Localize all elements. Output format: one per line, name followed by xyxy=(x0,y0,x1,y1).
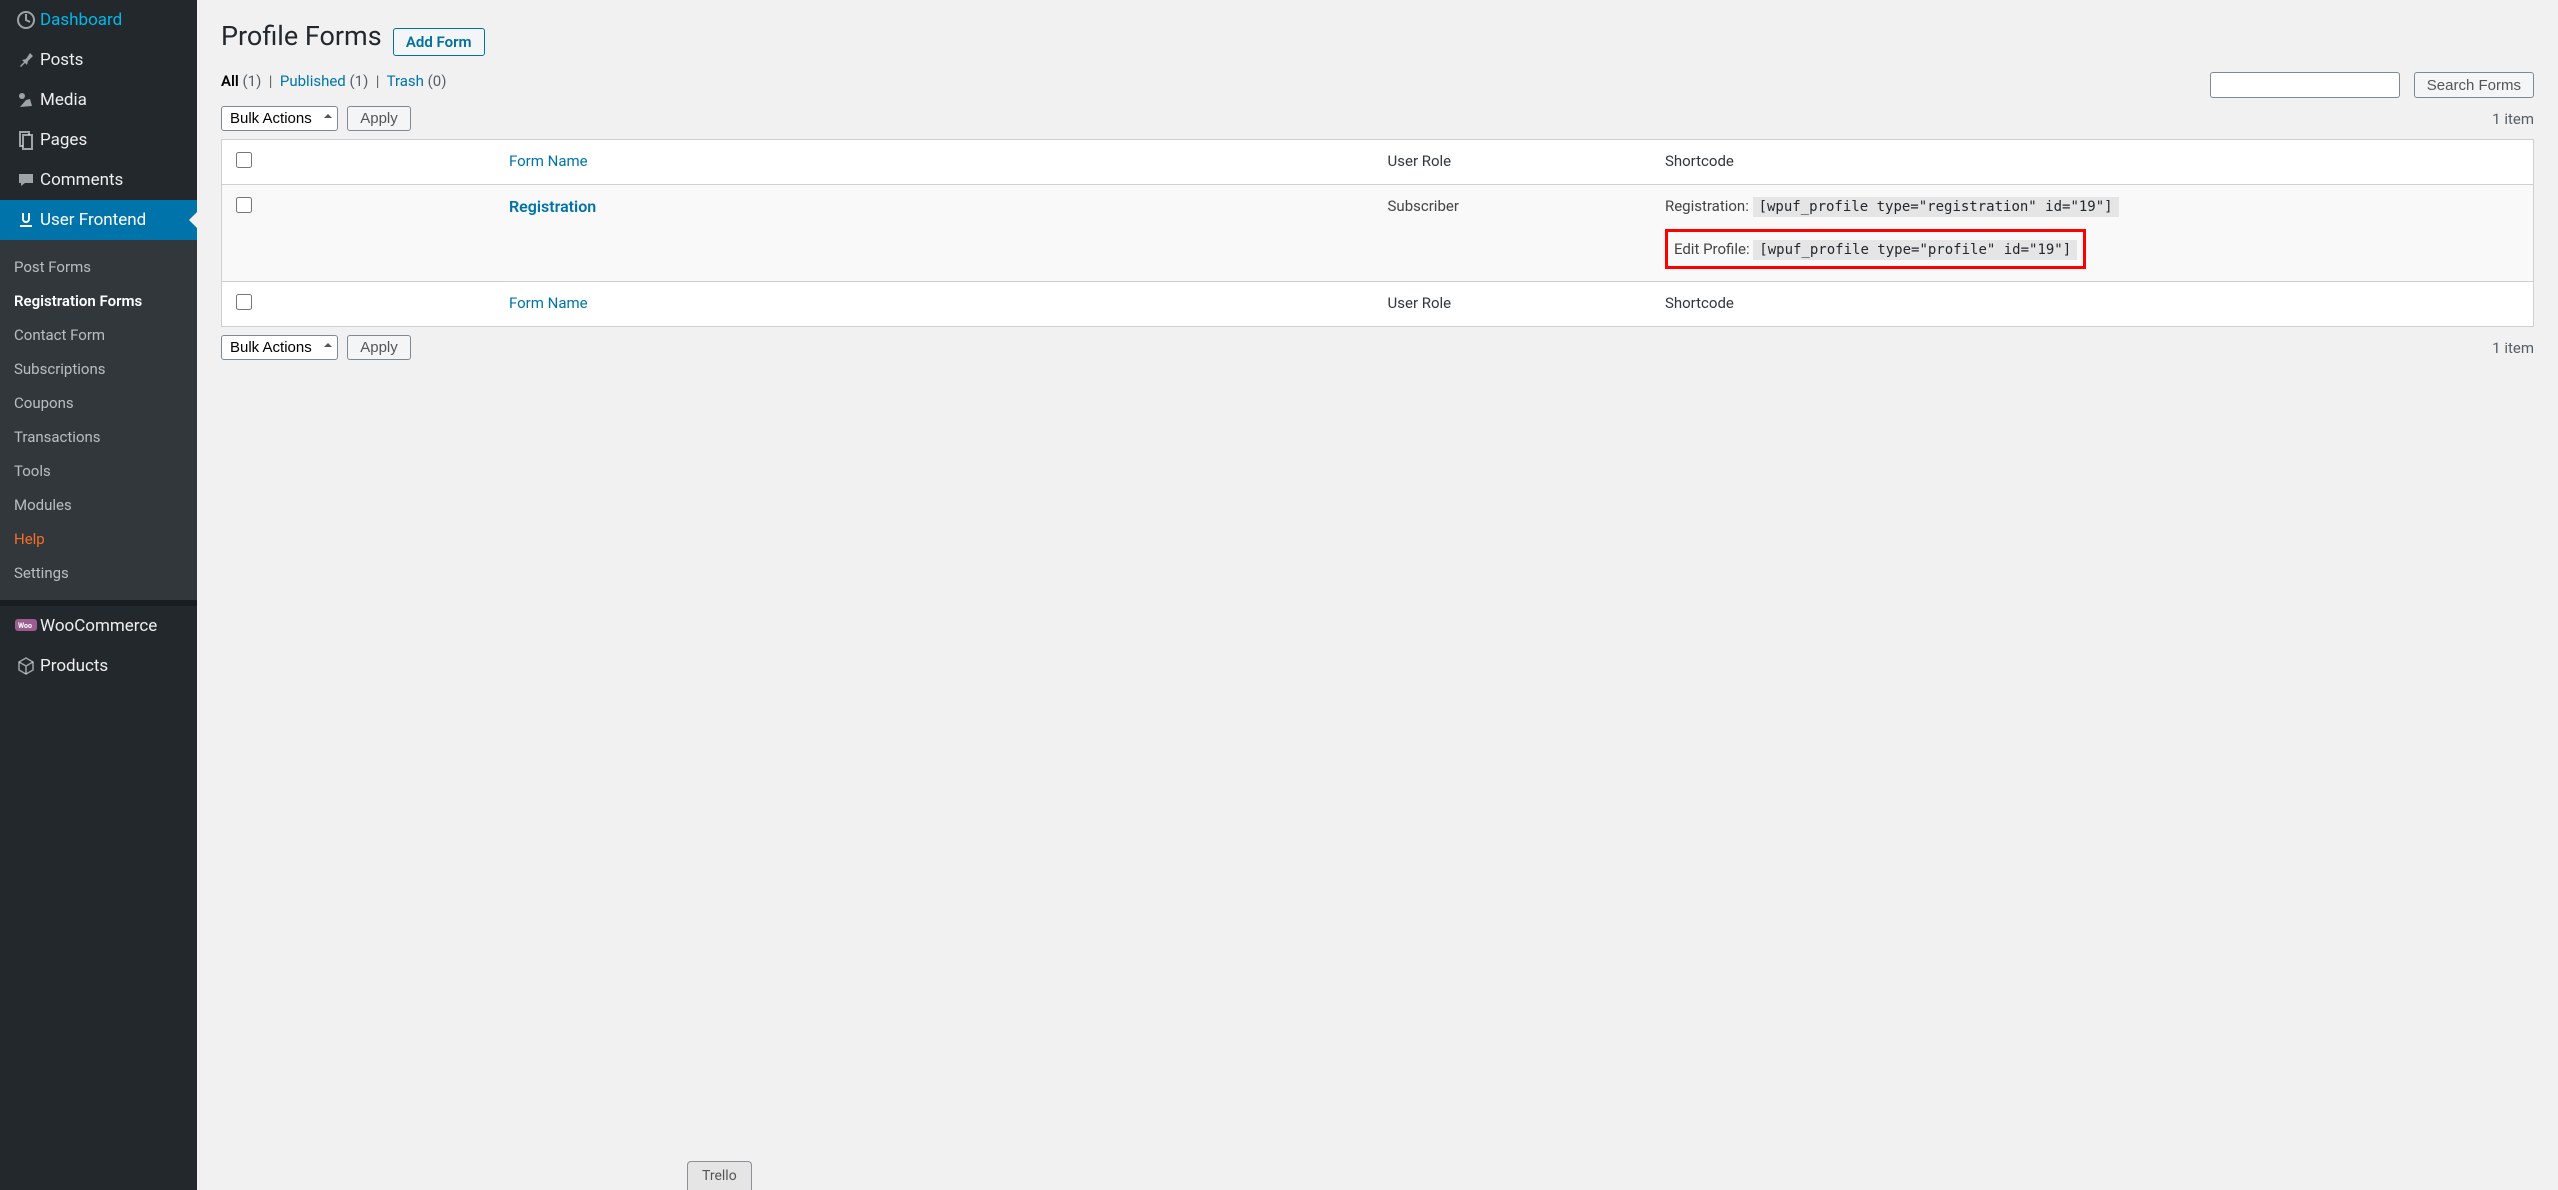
col-user-role-foot: User Role xyxy=(1378,282,1655,327)
sidebar-item-woocommerce[interactable]: Woo WooCommerce xyxy=(0,606,197,646)
sidebar-item-label: Comments xyxy=(40,170,123,190)
page-title: Profile Forms xyxy=(221,12,382,60)
sidebar-item-label: WooCommerce xyxy=(40,616,157,636)
registration-shortcode-line: Registration: [wpuf_profile type="regist… xyxy=(1665,197,2523,215)
sidebar-item-label: Media xyxy=(40,90,87,110)
admin-sidebar: Dashboard Posts Media Pages Comments xyxy=(0,0,197,1190)
search-button[interactable]: Search Forms xyxy=(2414,72,2534,98)
registration-shortcode[interactable]: [wpuf_profile type="registration" id="19… xyxy=(1753,197,2119,217)
sidebar-item-user-frontend[interactable]: User Frontend xyxy=(0,200,197,240)
submenu-settings[interactable]: Settings xyxy=(0,556,197,590)
filter-trash-count: (0) xyxy=(428,72,447,90)
col-form-name-foot[interactable]: Form Name xyxy=(509,294,588,312)
filter-trash[interactable]: Trash xyxy=(387,72,424,90)
search-box: Search Forms xyxy=(2210,72,2534,98)
user-frontend-icon xyxy=(12,210,40,230)
item-count-top: 1 item xyxy=(2492,110,2534,128)
sidebar-item-pages[interactable]: Pages xyxy=(0,120,197,160)
filter-all[interactable]: All xyxy=(221,72,239,90)
submenu-tools[interactable]: Tools xyxy=(0,454,197,488)
products-icon xyxy=(12,656,40,676)
item-count-bottom: 1 item xyxy=(2492,339,2534,357)
submenu-registration-forms[interactable]: Registration Forms xyxy=(0,284,197,318)
edit-profile-shortcode[interactable]: [wpuf_profile type="profile" id="19"] xyxy=(1753,240,2077,260)
add-form-button[interactable]: Add Form xyxy=(393,28,485,56)
filter-published-count: (1) xyxy=(350,72,369,90)
sidebar-item-label: Posts xyxy=(40,50,83,70)
filter-published[interactable]: Published xyxy=(280,72,346,90)
submenu-help[interactable]: Help xyxy=(0,522,197,556)
highlight-annotation: Edit Profile: [wpuf_profile type="profil… xyxy=(1665,229,2086,269)
sidebar-item-media[interactable]: Media xyxy=(0,80,197,120)
bulk-actions-select-top[interactable]: Bulk Actions xyxy=(221,106,338,131)
submenu-user-frontend: Post Forms Registration Forms Contact Fo… xyxy=(0,240,197,600)
comment-icon xyxy=(12,170,40,190)
edit-profile-shortcode-label: Edit Profile: xyxy=(1674,240,1753,258)
sidebar-item-label: Dashboard xyxy=(40,10,122,30)
sidebar-item-comments[interactable]: Comments xyxy=(0,160,197,200)
pages-icon xyxy=(12,130,40,150)
sidebar-item-dashboard[interactable]: Dashboard xyxy=(0,0,197,40)
edit-profile-shortcode-line: Edit Profile: [wpuf_profile type="profil… xyxy=(1674,240,2077,258)
col-shortcode: Shortcode xyxy=(1655,140,2534,185)
main-content: Profile Forms Add Form All (1) | Publish… xyxy=(197,0,2558,1190)
select-all-top[interactable] xyxy=(236,152,252,168)
col-form-name[interactable]: Form Name xyxy=(509,152,588,170)
submenu-subscriptions[interactable]: Subscriptions xyxy=(0,352,197,386)
media-icon xyxy=(12,90,40,110)
registration-shortcode-label: Registration: xyxy=(1665,197,1753,215)
form-title-link[interactable]: Registration xyxy=(509,197,596,216)
table-row: Registration Subscriber Registration: [w… xyxy=(222,185,2534,282)
forms-table: Form Name User Role Shortcode Registrati… xyxy=(221,139,2534,327)
submenu-coupons[interactable]: Coupons xyxy=(0,386,197,420)
sidebar-item-products[interactable]: Products xyxy=(0,646,197,686)
trello-tab[interactable]: Trello xyxy=(687,1161,752,1190)
search-input[interactable] xyxy=(2210,72,2400,98)
submenu-modules[interactable]: Modules xyxy=(0,488,197,522)
submenu-transactions[interactable]: Transactions xyxy=(0,420,197,454)
filter-all-count: (1) xyxy=(243,72,262,90)
row-user-role: Subscriber xyxy=(1378,185,1655,282)
row-checkbox[interactable] xyxy=(236,197,252,213)
col-shortcode-foot: Shortcode xyxy=(1655,282,2534,327)
svg-text:Woo: Woo xyxy=(18,622,32,630)
sidebar-item-label: Pages xyxy=(40,130,87,150)
sidebar-item-label: User Frontend xyxy=(40,210,146,230)
col-user-role: User Role xyxy=(1378,140,1655,185)
apply-button-top[interactable]: Apply xyxy=(347,106,411,131)
select-all-bottom[interactable] xyxy=(236,294,252,310)
bulk-actions-select-bottom[interactable]: Bulk Actions xyxy=(221,335,338,360)
submenu-contact-form[interactable]: Contact Form xyxy=(0,318,197,352)
sidebar-item-label: Products xyxy=(40,656,108,676)
dashboard-icon xyxy=(12,10,40,30)
woocommerce-icon: Woo xyxy=(12,619,40,633)
submenu-post-forms[interactable]: Post Forms xyxy=(0,250,197,284)
sidebar-item-posts[interactable]: Posts xyxy=(0,40,197,80)
apply-button-bottom[interactable]: Apply xyxy=(347,335,411,360)
pin-icon xyxy=(12,50,40,70)
status-filters: All (1) | Published (1) | Trash (0) xyxy=(221,72,485,90)
